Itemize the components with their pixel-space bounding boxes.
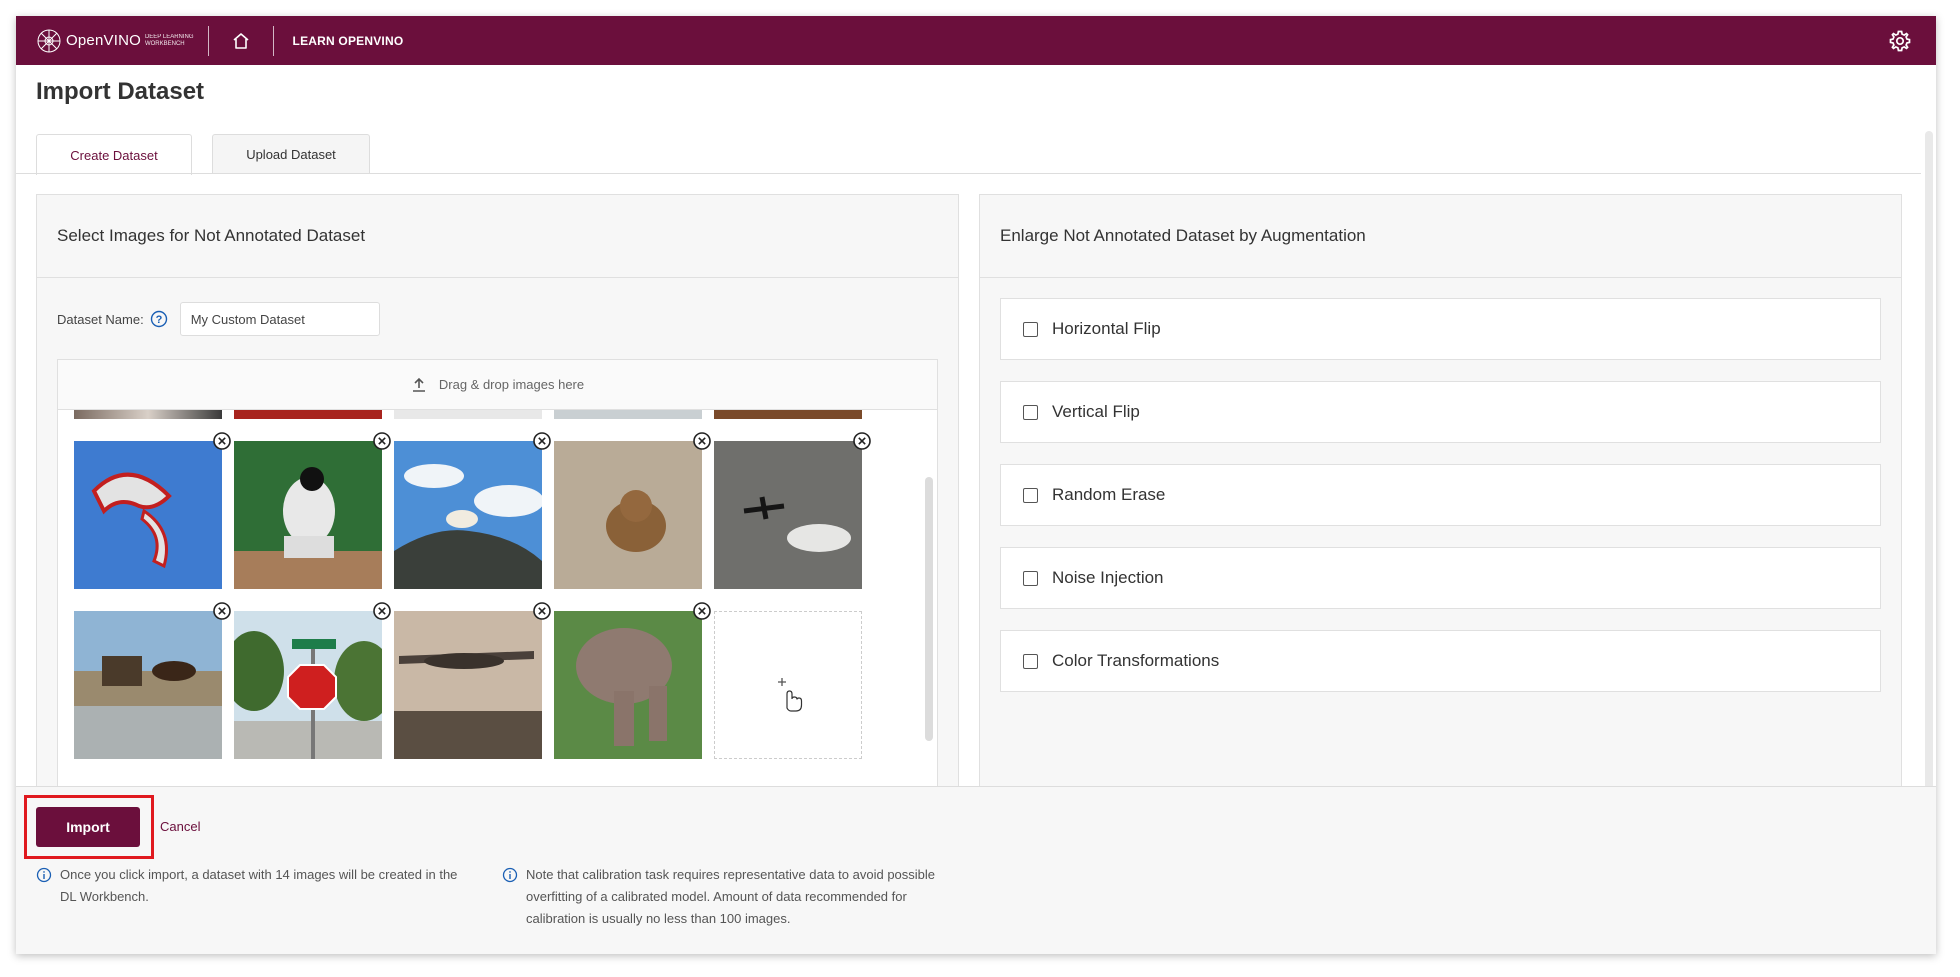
select-images-title: Select Images for Not Annotated Dataset bbox=[37, 195, 958, 278]
color-transformations-label: Color Transformations bbox=[1052, 651, 1220, 670]
image-grid-scrollbar[interactable] bbox=[925, 477, 933, 741]
cancel-button[interactable]: Cancel bbox=[160, 819, 200, 834]
aug-option-noise-injection[interactable]: Noise Injection bbox=[1000, 547, 1881, 609]
remove-image-icon[interactable] bbox=[692, 431, 712, 451]
import-info-note: Once you click import, a dataset with 14… bbox=[36, 864, 476, 908]
remove-image-icon[interactable] bbox=[692, 601, 712, 621]
home-icon bbox=[233, 32, 249, 49]
noise-injection-checkbox[interactable] bbox=[1023, 570, 1038, 586]
image-thumb-sheep[interactable] bbox=[394, 441, 542, 589]
tab-upload-dataset[interactable]: Upload Dataset bbox=[212, 134, 370, 174]
noise-injection-label: Noise Injection bbox=[1052, 568, 1164, 587]
select-images-panel: Select Images for Not Annotated Dataset … bbox=[36, 194, 959, 814]
help-icon[interactable]: ? bbox=[150, 310, 168, 328]
augmentation-title: Enlarge Not Annotated Dataset by Augment… bbox=[980, 195, 1901, 278]
image-thumb-kite[interactable] bbox=[74, 441, 222, 589]
tab-divider bbox=[16, 173, 1921, 174]
app-window: OpenVINO DEEP LEARNING WORKBENCH LEARN O… bbox=[16, 16, 1936, 954]
page-scrollbar[interactable] bbox=[1925, 131, 1933, 821]
logo-sub-line2: WORKBENCH bbox=[144, 40, 185, 47]
horizontal-flip-checkbox[interactable] bbox=[1023, 321, 1038, 337]
vintage-airplane-image bbox=[394, 611, 542, 759]
add-pointer-icon bbox=[778, 678, 803, 712]
dataset-name-row: Dataset Name: ? bbox=[57, 302, 380, 336]
add-image-tile[interactable] bbox=[714, 611, 862, 759]
remove-image-icon[interactable] bbox=[532, 431, 552, 451]
remove-image-icon[interactable] bbox=[852, 431, 872, 451]
import-info-text: Once you click import, a dataset with 14… bbox=[60, 867, 458, 904]
random-erase-checkbox[interactable] bbox=[1023, 487, 1038, 503]
sheep-on-rock-image bbox=[394, 441, 542, 589]
import-button[interactable]: Import bbox=[36, 807, 140, 847]
upload-icon bbox=[412, 377, 425, 392]
horse-carriage-image bbox=[74, 611, 222, 759]
dataset-name-label: Dataset Name: bbox=[57, 311, 144, 327]
logo-subtitle: DEEP LEARNING WORKBENCH bbox=[145, 34, 194, 48]
image-thumb-airplane[interactable] bbox=[714, 441, 862, 589]
random-erase-label: Random Erase bbox=[1052, 485, 1166, 504]
aug-option-horizontal-flip[interactable]: Horizontal Flip bbox=[1000, 298, 1881, 360]
info-icon bbox=[502, 867, 518, 883]
dropzone-label: Drag & drop images here bbox=[438, 377, 585, 392]
remove-image-icon[interactable] bbox=[532, 601, 552, 621]
image-grid bbox=[58, 410, 937, 798]
image-thumb-partial bbox=[554, 410, 702, 419]
image-thumb-partial bbox=[714, 410, 862, 419]
image-thumb-stop-sign[interactable] bbox=[234, 611, 382, 759]
aug-option-vertical-flip[interactable]: Vertical Flip bbox=[1000, 381, 1881, 443]
top-navbar: OpenVINO DEEP LEARNING WORKBENCH LEARN O… bbox=[16, 16, 1936, 65]
openvino-logo[interactable]: OpenVINO DEEP LEARNING WORKBENCH bbox=[16, 16, 194, 65]
vertical-flip-label: Vertical Flip bbox=[1052, 402, 1140, 421]
remove-image-icon[interactable] bbox=[212, 601, 232, 621]
remove-image-icon[interactable] bbox=[212, 431, 232, 451]
tab-create-dataset[interactable]: Create Dataset bbox=[36, 134, 192, 175]
home-button[interactable] bbox=[209, 16, 273, 65]
dropzone-header[interactable]: Drag & drop images here bbox=[58, 360, 937, 410]
image-thumb-bear[interactable] bbox=[554, 441, 702, 589]
aug-option-random-erase[interactable]: Random Erase bbox=[1000, 464, 1881, 526]
remove-image-icon[interactable] bbox=[372, 601, 392, 621]
image-thumb-baseball[interactable] bbox=[234, 441, 382, 589]
vertical-flip-checkbox[interactable] bbox=[1023, 404, 1038, 420]
kite-image bbox=[74, 441, 222, 589]
color-transformations-checkbox[interactable] bbox=[1023, 653, 1038, 669]
bear-image bbox=[554, 441, 702, 589]
openvino-logo-icon bbox=[37, 29, 61, 52]
info-icon bbox=[36, 867, 52, 883]
learn-openvino-link[interactable]: LEARN OPENVINO bbox=[274, 34, 404, 48]
gear-icon[interactable] bbox=[1888, 29, 1912, 53]
image-thumb-vintage-airplane[interactable] bbox=[394, 611, 542, 759]
logo-sub-line1: DEEP LEARNING bbox=[144, 33, 194, 40]
aug-option-color-transformations[interactable]: Color Transformations bbox=[1000, 630, 1881, 692]
baseball-catcher-image bbox=[234, 441, 382, 589]
action-footer: Import Cancel Once you click import, a d… bbox=[16, 786, 1936, 954]
image-thumb-partial bbox=[394, 410, 542, 419]
image-dropzone[interactable]: Drag & drop images here bbox=[57, 359, 938, 799]
elephant-image bbox=[554, 611, 702, 759]
logo-name: OpenVINO bbox=[66, 32, 141, 49]
stop-sign-image bbox=[234, 611, 382, 759]
page-title: Import Dataset bbox=[36, 78, 205, 105]
image-thumb-partial bbox=[234, 410, 382, 419]
image-thumb-horse-carriage[interactable] bbox=[74, 611, 222, 759]
calibration-info-note: Note that calibration task requires repr… bbox=[502, 864, 942, 930]
horizontal-flip-label: Horizontal Flip bbox=[1052, 319, 1161, 338]
remove-image-icon[interactable] bbox=[372, 431, 392, 451]
dataset-name-input[interactable] bbox=[179, 302, 380, 336]
image-thumb-elephant[interactable] bbox=[554, 611, 702, 759]
calibration-info-text: Note that calibration task requires repr… bbox=[526, 867, 936, 926]
augmentation-panel: Enlarge Not Annotated Dataset by Augment… bbox=[979, 194, 1902, 814]
svg-text:?: ? bbox=[155, 314, 162, 326]
dataset-tabs: Create Dataset Upload Dataset bbox=[36, 134, 390, 175]
airplane-sky-image bbox=[714, 441, 862, 589]
image-thumb-partial bbox=[74, 410, 222, 419]
